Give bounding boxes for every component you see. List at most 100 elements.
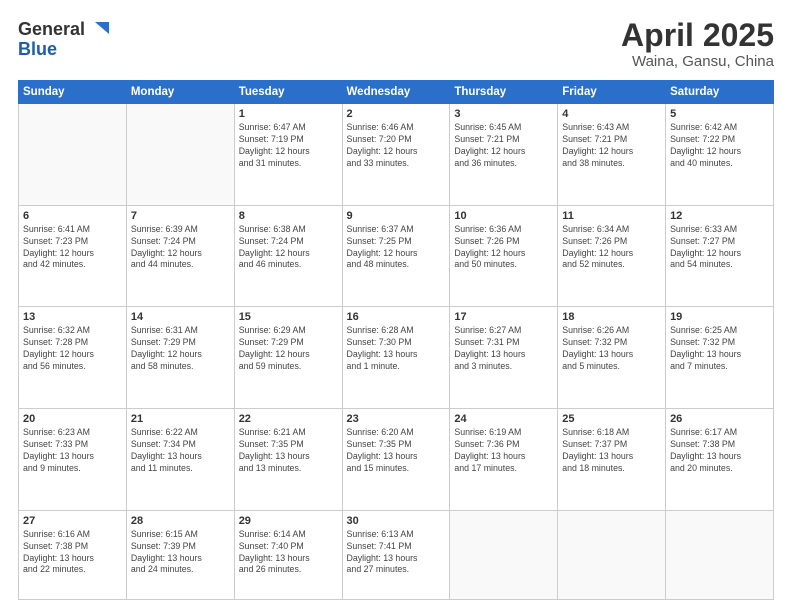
day-number: 17	[454, 311, 553, 323]
day-number: 24	[454, 413, 553, 425]
title-location: Waina, Gansu, China	[621, 53, 774, 70]
table-row: 2 Sunrise: 6:46 AM Sunset: 7:20 PM Daylig…	[342, 104, 450, 206]
table-row: 11 Sunrise: 6:34 AM Sunset: 7:26 PM Dayli…	[558, 205, 666, 307]
day-info: Sunrise: 6:22 AM Sunset: 7:34 PM Dayligh…	[131, 427, 230, 475]
table-row: 20 Sunrise: 6:23 AM Sunset: 7:33 PM Dayli…	[19, 409, 127, 511]
day-info: Sunrise: 6:38 AM Sunset: 7:24 PM Dayligh…	[239, 224, 338, 272]
table-row: 21 Sunrise: 6:22 AM Sunset: 7:34 PM Dayli…	[126, 409, 234, 511]
table-row: 24Sunrise: 6:19 AM Sunset: 7:36 PM Dayli…	[450, 409, 558, 511]
logo-general: General	[18, 20, 85, 38]
day-info: Sunrise: 6:16 AM Sunset: 7:38 PM Dayligh…	[23, 529, 122, 577]
table-row: 16 Sunrise: 6:28 AM Sunset: 7:30 PM Dayli…	[342, 307, 450, 409]
table-row: 3 Sunrise: 6:45 AM Sunset: 7:21 PM Daylig…	[450, 104, 558, 206]
day-number: 1	[239, 108, 338, 120]
day-number: 8	[239, 210, 338, 222]
day-info: Sunrise: 6:27 AM Sunset: 7:31 PM Dayligh…	[454, 325, 553, 373]
table-row: 13Sunrise: 6:32 AM Sunset: 7:28 PM Dayli…	[19, 307, 127, 409]
day-info: Sunrise: 6:29 AM Sunset: 7:29 PM Dayligh…	[239, 325, 338, 373]
day-number: 22	[239, 413, 338, 425]
day-number: 29	[239, 515, 338, 527]
day-number: 21	[131, 413, 230, 425]
day-info: Sunrise: 6:14 AM Sunset: 7:40 PM Dayligh…	[239, 529, 338, 577]
table-row	[126, 104, 234, 206]
day-info: Sunrise: 6:31 AM Sunset: 7:29 PM Dayligh…	[131, 325, 230, 373]
day-number: 10	[454, 210, 553, 222]
table-row	[19, 104, 127, 206]
table-row: 4 Sunrise: 6:43 AM Sunset: 7:21 PM Daylig…	[558, 104, 666, 206]
table-row	[558, 510, 666, 599]
day-info: Sunrise: 6:26 AM Sunset: 7:32 PM Dayligh…	[562, 325, 661, 373]
day-number: 2	[347, 108, 446, 120]
table-row	[450, 510, 558, 599]
day-number: 25	[562, 413, 661, 425]
table-row: 15 Sunrise: 6:29 AM Sunset: 7:29 PM Dayli…	[234, 307, 342, 409]
day-info: Sunrise: 6:34 AM Sunset: 7:26 PM Dayligh…	[562, 224, 661, 272]
day-number: 12	[670, 210, 769, 222]
day-info: Sunrise: 6:21 AM Sunset: 7:35 PM Dayligh…	[239, 427, 338, 475]
logo-blue: Blue	[18, 39, 57, 59]
table-row: 19 Sunrise: 6:25 AM Sunset: 7:32 PM Dayli…	[666, 307, 774, 409]
day-number: 5	[670, 108, 769, 120]
logo: General Blue	[18, 18, 109, 60]
day-info: Sunrise: 6:20 AM Sunset: 7:35 PM Dayligh…	[347, 427, 446, 475]
day-number: 19	[670, 311, 769, 323]
day-number: 16	[347, 311, 446, 323]
day-info: Sunrise: 6:37 AM Sunset: 7:25 PM Dayligh…	[347, 224, 446, 272]
table-row: 22 Sunrise: 6:21 AM Sunset: 7:35 PM Dayli…	[234, 409, 342, 511]
day-number: 23	[347, 413, 446, 425]
day-info: Sunrise: 6:13 AM Sunset: 7:41 PM Dayligh…	[347, 529, 446, 577]
header: General Blue April 2025 Waina, Gansu, Ch…	[18, 18, 774, 70]
day-number: 20	[23, 413, 122, 425]
table-row	[666, 510, 774, 599]
table-row: 1 Sunrise: 6:47 AM Sunset: 7:19 PM Daylig…	[234, 104, 342, 206]
header-tuesday: Tuesday	[234, 81, 342, 104]
day-number: 28	[131, 515, 230, 527]
day-info: Sunrise: 6:33 AM Sunset: 7:27 PM Dayligh…	[670, 224, 769, 272]
day-number: 30	[347, 515, 446, 527]
table-row: 29 Sunrise: 6:14 AM Sunset: 7:40 PM Dayli…	[234, 510, 342, 599]
day-info: Sunrise: 6:39 AM Sunset: 7:24 PM Dayligh…	[131, 224, 230, 272]
table-row: 14Sunrise: 6:31 AM Sunset: 7:29 PM Dayli…	[126, 307, 234, 409]
table-row: 5 Sunrise: 6:42 AM Sunset: 7:22 PM Daylig…	[666, 104, 774, 206]
header-saturday: Saturday	[666, 81, 774, 104]
table-row: 8 Sunrise: 6:38 AM Sunset: 7:24 PM Daylig…	[234, 205, 342, 307]
table-row: 26 Sunrise: 6:17 AM Sunset: 7:38 PM Dayli…	[666, 409, 774, 511]
day-number: 11	[562, 210, 661, 222]
day-info: Sunrise: 6:25 AM Sunset: 7:32 PM Dayligh…	[670, 325, 769, 373]
table-row: 23 Sunrise: 6:20 AM Sunset: 7:35 PM Dayli…	[342, 409, 450, 511]
table-row: 7Sunrise: 6:39 AM Sunset: 7:24 PM Daylig…	[126, 205, 234, 307]
day-number: 4	[562, 108, 661, 120]
title-month: April 2025	[621, 18, 774, 53]
day-number: 3	[454, 108, 553, 120]
day-info: Sunrise: 6:42 AM Sunset: 7:22 PM Dayligh…	[670, 122, 769, 170]
header-monday: Monday	[126, 81, 234, 104]
day-number: 26	[670, 413, 769, 425]
logo-icon	[87, 18, 109, 40]
day-info: Sunrise: 6:18 AM Sunset: 7:37 PM Dayligh…	[562, 427, 661, 475]
header-thursday: Thursday	[450, 81, 558, 104]
day-info: Sunrise: 6:28 AM Sunset: 7:30 PM Dayligh…	[347, 325, 446, 373]
day-info: Sunrise: 6:45 AM Sunset: 7:21 PM Dayligh…	[454, 122, 553, 170]
day-info: Sunrise: 6:41 AM Sunset: 7:23 PM Dayligh…	[23, 224, 122, 272]
day-info: Sunrise: 6:15 AM Sunset: 7:39 PM Dayligh…	[131, 529, 230, 577]
day-number: 9	[347, 210, 446, 222]
calendar-table: Sunday Monday Tuesday Wednesday Thursday…	[18, 80, 774, 600]
day-info: Sunrise: 6:36 AM Sunset: 7:26 PM Dayligh…	[454, 224, 553, 272]
header-wednesday: Wednesday	[342, 81, 450, 104]
page: General Blue April 2025 Waina, Gansu, Ch…	[0, 0, 792, 612]
table-row: 18Sunrise: 6:26 AM Sunset: 7:32 PM Dayli…	[558, 307, 666, 409]
header-friday: Friday	[558, 81, 666, 104]
day-info: Sunrise: 6:17 AM Sunset: 7:38 PM Dayligh…	[670, 427, 769, 475]
title-block: April 2025 Waina, Gansu, China	[621, 18, 774, 70]
table-row: 27Sunrise: 6:16 AM Sunset: 7:38 PM Dayli…	[19, 510, 127, 599]
day-info: Sunrise: 6:47 AM Sunset: 7:19 PM Dayligh…	[239, 122, 338, 170]
table-row: 6Sunrise: 6:41 AM Sunset: 7:23 PM Daylig…	[19, 205, 127, 307]
day-number: 15	[239, 311, 338, 323]
day-info: Sunrise: 6:23 AM Sunset: 7:33 PM Dayligh…	[23, 427, 122, 475]
day-info: Sunrise: 6:46 AM Sunset: 7:20 PM Dayligh…	[347, 122, 446, 170]
header-sunday: Sunday	[19, 81, 127, 104]
day-info: Sunrise: 6:43 AM Sunset: 7:21 PM Dayligh…	[562, 122, 661, 170]
table-row: 25 Sunrise: 6:18 AM Sunset: 7:37 PM Dayli…	[558, 409, 666, 511]
table-row: 9 Sunrise: 6:37 AM Sunset: 7:25 PM Daylig…	[342, 205, 450, 307]
table-row: 17 Sunrise: 6:27 AM Sunset: 7:31 PM Dayli…	[450, 307, 558, 409]
